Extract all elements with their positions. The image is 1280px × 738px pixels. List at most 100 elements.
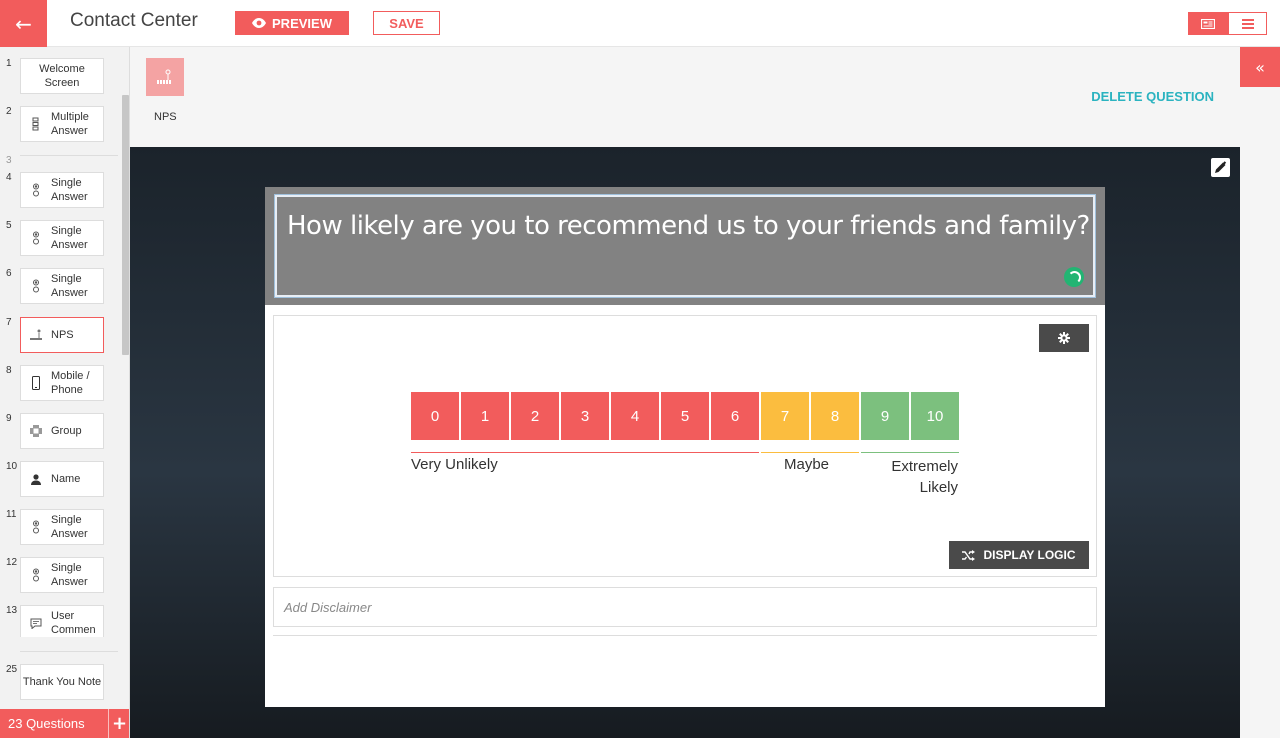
question-title-area: How likely are you to recommend us to yo… xyxy=(265,187,1105,305)
pencil-icon xyxy=(1215,161,1227,173)
question-card-label: Group xyxy=(51,425,82,437)
nps-score-7[interactable]: 7 xyxy=(761,392,809,440)
sidebar-item-name: 10 Name xyxy=(0,461,120,497)
sidebar-divider xyxy=(20,651,118,652)
question-number: 25 xyxy=(6,664,18,675)
nps-score-1[interactable]: 1 xyxy=(461,392,509,440)
question-card[interactable]: Welcome Screen xyxy=(20,58,104,94)
question-title-editor[interactable]: How likely are you to recommend us to yo… xyxy=(274,194,1096,298)
back-button[interactable]: ← xyxy=(0,0,47,47)
question-number: 7 xyxy=(6,317,12,328)
double-chevron-left-icon: « xyxy=(1255,57,1265,77)
question-number: 12 xyxy=(6,557,18,568)
disclaimer-field[interactable]: Add Disclaimer xyxy=(273,587,1097,627)
question-number: 3 xyxy=(6,155,12,166)
sidebar-item-single-answer: 4 Single Answer xyxy=(0,172,120,208)
question-card[interactable]: Single Answer xyxy=(20,268,104,304)
question-card[interactable]: Single Answer xyxy=(20,509,104,545)
question-title[interactable]: How likely are you to recommend us to yo… xyxy=(287,211,1090,241)
question-type-label: NPS xyxy=(154,111,177,123)
scale-label-high[interactable]: Extremely Likely xyxy=(874,456,958,498)
sidebar-item-thank-you: 25 Thank You Note xyxy=(0,664,120,700)
question-card[interactable]: Thank You Note xyxy=(20,664,104,700)
card-view-icon xyxy=(1201,18,1215,29)
scale-label-low[interactable]: Very Unlikely xyxy=(411,456,498,473)
question-card-label: User Commen xyxy=(51,610,96,636)
sidebar-item-mobile-phone: 8 Mobile / Phone xyxy=(0,365,120,401)
preview-label: PREVIEW xyxy=(272,15,332,31)
nps-score-9[interactable]: 9 xyxy=(861,392,909,440)
question-card-label: Multiple Answer xyxy=(51,111,89,137)
sidebar-item-group: 9 Group xyxy=(0,413,120,449)
question-card[interactable]: Mobile / Phone xyxy=(20,365,104,401)
save-button[interactable]: SAVE xyxy=(373,11,440,35)
question-card-label: Single Answer xyxy=(51,562,88,588)
nps-score-6[interactable]: 6 xyxy=(711,392,759,440)
question-card-label: Single Answer xyxy=(51,514,88,540)
nps-score-0[interactable]: 0 xyxy=(411,392,459,440)
question-sidebar: 1 Welcome Screen 2 Multiple Answer 3 4 S… xyxy=(0,47,130,738)
scale-label-mid[interactable]: Maybe xyxy=(784,456,829,473)
question-number: 10 xyxy=(6,461,18,472)
gear-icon xyxy=(1058,332,1070,344)
question-card[interactable]: Name xyxy=(20,461,104,497)
nps-score-10[interactable]: 10 xyxy=(911,392,959,440)
question-card[interactable]: Single Answer xyxy=(20,172,104,208)
promoter-range-line xyxy=(861,452,959,453)
mobile-icon xyxy=(32,376,40,390)
delete-question-button[interactable]: DELETE QUESTION xyxy=(1091,89,1214,104)
sidebar-item-single-answer: 5 Single Answer xyxy=(0,220,120,256)
radio-list-icon xyxy=(33,279,39,293)
plus-icon: + xyxy=(111,713,128,734)
sidebar-item-user-comment: 13 User Commen xyxy=(0,605,120,637)
page-title: Contact Center xyxy=(70,10,198,31)
top-bar: ← Contact Center PREVIEW SAVE xyxy=(0,0,1280,47)
list-view-button[interactable] xyxy=(1228,12,1267,35)
question-card[interactable]: User Commen xyxy=(20,605,104,637)
card-view-button[interactable] xyxy=(1188,12,1228,35)
question-number: 13 xyxy=(6,605,18,616)
detractor-range-line xyxy=(411,452,759,453)
editor-canvas: How likely are you to recommend us to yo… xyxy=(130,147,1240,738)
sidebar-item-nps: 7 NPS xyxy=(0,317,120,353)
view-toggle xyxy=(1188,12,1267,35)
question-card[interactable]: Group xyxy=(20,413,104,449)
nps-scale: 0 1 2 3 4 5 6 7 8 9 10 xyxy=(411,392,959,440)
question-number: 9 xyxy=(6,413,12,424)
question-card-label: Single Answer xyxy=(51,177,88,203)
shuffle-icon xyxy=(962,549,976,561)
nps-icon xyxy=(30,329,42,340)
edit-background-button[interactable] xyxy=(1211,158,1230,177)
display-logic-button[interactable]: DISPLAY LOGIC xyxy=(949,541,1089,569)
nps-score-3[interactable]: 3 xyxy=(561,392,609,440)
nps-score-4[interactable]: 4 xyxy=(611,392,659,440)
question-card-selected[interactable]: NPS xyxy=(20,317,104,353)
nps-score-8[interactable]: 8 xyxy=(811,392,859,440)
radio-list-icon xyxy=(33,231,39,245)
question-card[interactable]: Multiple Answer xyxy=(20,106,104,142)
group-icon xyxy=(30,425,42,437)
sidebar-item-single-answer: 12 Single Answer xyxy=(0,557,120,593)
settings-button[interactable] xyxy=(1039,324,1089,352)
preview-button[interactable]: PREVIEW xyxy=(235,11,349,35)
question-card[interactable]: Single Answer xyxy=(20,557,104,593)
sidebar-scrollbar-thumb[interactable] xyxy=(122,95,129,355)
question-card[interactable]: Single Answer xyxy=(20,220,104,256)
question-type-thumbnail[interactable] xyxy=(146,58,184,96)
add-question-button[interactable]: + xyxy=(108,709,129,738)
question-number: 5 xyxy=(6,220,12,231)
question-number: 8 xyxy=(6,365,12,376)
question-count: 23 Questions xyxy=(8,716,85,731)
display-logic-label: DISPLAY LOGIC xyxy=(983,548,1076,562)
collapse-panel-button[interactable]: « xyxy=(1240,47,1280,87)
nps-score-2[interactable]: 2 xyxy=(511,392,559,440)
nps-answer-panel: 0 1 2 3 4 5 6 7 8 9 10 Very Unlikely May… xyxy=(273,315,1097,577)
sidebar-divider xyxy=(20,155,118,156)
sidebar-item-multiple-answer: 2 Multiple Answer xyxy=(0,106,120,142)
sidebar-item-welcome: 1 Welcome Screen xyxy=(0,58,120,94)
nps-score-5[interactable]: 5 xyxy=(661,392,709,440)
comment-icon xyxy=(30,618,42,629)
sidebar-item-single-answer: 11 Single Answer xyxy=(0,509,120,545)
radio-list-icon xyxy=(33,183,39,197)
sidebar-item-single-answer: 6 Single Answer xyxy=(0,268,120,304)
